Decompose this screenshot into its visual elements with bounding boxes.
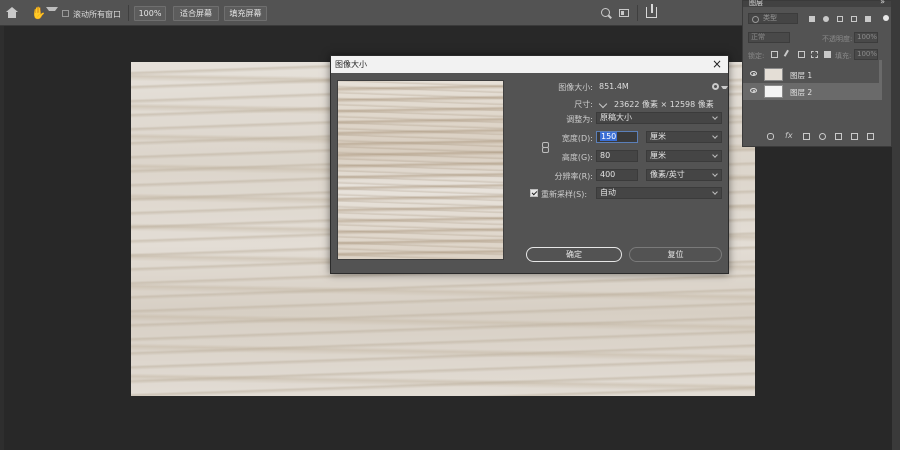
height-label: 高度(G):: [561, 153, 593, 162]
reset-button[interactable]: 复位: [629, 247, 722, 262]
fit-to-select[interactable]: 原稿大小: [596, 112, 722, 124]
image-size-dialog: 图像大小 × 图像大小: 851.4M 尺寸: 23622 像素 × 12598…: [330, 55, 729, 274]
eye-icon[interactable]: [750, 88, 757, 93]
blend-mode-select[interactable]: 正常: [748, 32, 790, 43]
width-label: 宽度(D):: [561, 134, 593, 143]
layer-name: 图层 2: [790, 88, 813, 97]
lock-all-icon[interactable]: [824, 51, 831, 58]
scroll-all-windows-checkbox[interactable]: [62, 10, 69, 17]
image-size-value: 851.4M: [599, 82, 629, 91]
share-icon[interactable]: [646, 4, 657, 18]
width-unit-select[interactable]: 厘米: [646, 131, 722, 143]
layers-scrollbar[interactable]: [879, 60, 882, 100]
lock-position-icon[interactable]: [798, 51, 805, 58]
resample-label: 重新采样(S):: [541, 190, 588, 199]
opacity-input[interactable]: 100%: [854, 32, 878, 43]
ok-button[interactable]: 确定: [526, 247, 622, 262]
layer-row[interactable]: 图层 1: [743, 66, 881, 83]
hand-tool-icon[interactable]: ✋: [31, 7, 46, 19]
new-group-icon[interactable]: [835, 133, 842, 140]
layer-thumbnail: [764, 68, 783, 81]
chevron-down-icon[interactable]: [598, 100, 608, 110]
divider: [637, 5, 638, 21]
lock-label: 锁定:: [748, 52, 765, 60]
adjustment-filter-icon[interactable]: [823, 16, 829, 22]
layers-panel: 图层 » 类型 正常 不透明度: 100% 锁定: 填充: 100% 图层 1 …: [742, 0, 892, 147]
width-input[interactable]: 150: [596, 131, 638, 143]
chevron-down-icon[interactable]: [46, 7, 58, 19]
resolution-input[interactable]: 400: [596, 169, 638, 181]
right-panel-dock: [892, 0, 900, 450]
gear-icon[interactable]: [712, 83, 719, 90]
fill-screen-button[interactable]: 填充屏幕: [224, 6, 267, 21]
toolbar-strip: [0, 26, 4, 450]
dialog-title: 图像大小: [335, 60, 367, 69]
new-layer-icon[interactable]: [851, 133, 858, 140]
home-icon[interactable]: [6, 7, 18, 19]
adjustment-layer-icon[interactable]: [819, 133, 826, 140]
fit-screen-button[interactable]: 适合屏幕: [173, 6, 219, 21]
layer-thumbnail: [764, 85, 783, 98]
zoom-100-button[interactable]: 100%: [134, 6, 166, 21]
close-icon[interactable]: ×: [712, 57, 722, 71]
width-value: 150: [600, 132, 618, 141]
image-size-label: 图像大小:: [558, 83, 593, 92]
link-layers-icon[interactable]: [767, 133, 774, 140]
panel-menu-icon[interactable]: »: [880, 0, 885, 6]
lock-artboard-icon[interactable]: [811, 51, 818, 58]
lock-transparent-icon[interactable]: [771, 51, 778, 58]
image-preview[interactable]: [337, 80, 504, 260]
dialog-titlebar[interactable]: 图像大小 ×: [331, 56, 728, 73]
fill-input[interactable]: 100%: [854, 49, 878, 60]
workspace-icon[interactable]: [619, 9, 629, 17]
layer-name: 图层 1: [790, 71, 813, 80]
layers-panel-footer: fx: [743, 128, 891, 146]
fill-label: 填充:: [835, 52, 852, 60]
resample-select[interactable]: 自动: [596, 187, 722, 199]
fit-to-label: 调整为:: [566, 115, 593, 124]
eye-icon[interactable]: [750, 71, 757, 76]
lock-image-icon[interactable]: [783, 49, 794, 60]
height-input[interactable]: 80: [596, 150, 638, 162]
opacity-label: 不透明度:: [822, 35, 853, 43]
delete-layer-icon[interactable]: [867, 133, 874, 140]
height-unit-select[interactable]: 厘米: [646, 150, 722, 162]
dimensions-value: 23622 像素 × 12598 像素: [614, 100, 714, 109]
smart-object-filter-icon[interactable]: [865, 16, 871, 22]
scroll-all-windows-label: 滚动所有窗口: [73, 10, 121, 19]
layer-row[interactable]: 图层 2: [743, 83, 881, 100]
dimensions-label: 尺寸:: [574, 100, 593, 109]
resolution-label: 分辨率(R):: [554, 172, 594, 181]
divider: [128, 5, 129, 21]
add-mask-icon[interactable]: [803, 133, 810, 140]
fx-icon[interactable]: fx: [785, 131, 793, 140]
layer-filter-select[interactable]: 类型: [748, 13, 798, 24]
status-dot: [883, 15, 889, 21]
search-icon[interactable]: [601, 8, 610, 17]
pixel-filter-icon[interactable]: [809, 16, 815, 22]
resolution-unit-select[interactable]: 像素/英寸: [646, 169, 722, 181]
shape-filter-icon[interactable]: [851, 16, 857, 22]
panel-tab-bar: [743, 1, 891, 7]
resample-checkbox[interactable]: [530, 189, 538, 197]
type-filter-icon[interactable]: [837, 16, 843, 22]
layers-panel-title[interactable]: 图层: [749, 0, 763, 8]
